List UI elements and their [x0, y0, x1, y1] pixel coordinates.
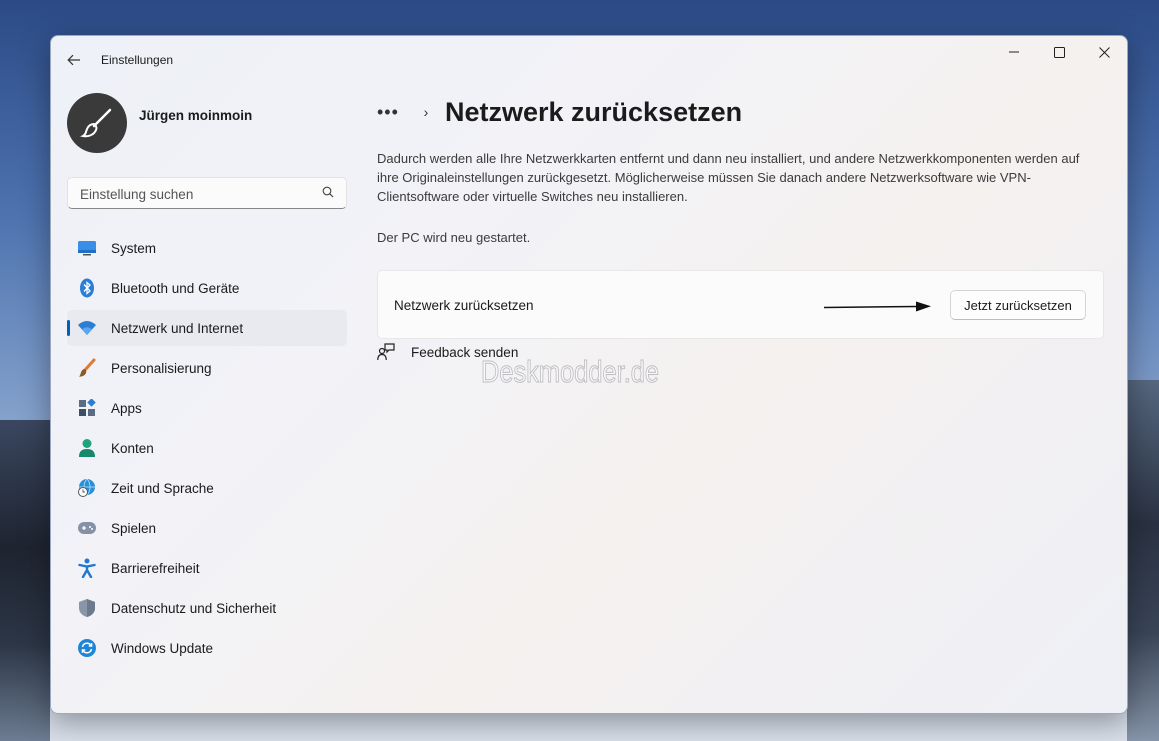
sidebar-item-label: Bluetooth und Geräte — [111, 281, 240, 296]
apps-icon — [77, 398, 97, 418]
page-title: Netzwerk zurücksetzen — [445, 96, 743, 127]
sidebar-item-network[interactable]: Netzwerk und Internet — [67, 310, 347, 346]
sidebar-item-label: System — [111, 241, 157, 256]
shield-icon — [77, 598, 97, 618]
sidebar-item-personalization[interactable]: Personalisierung — [67, 350, 347, 386]
maximize-icon — [1053, 46, 1065, 58]
sidebar-item-label: Windows Update — [111, 641, 214, 656]
title-bar: Einstellungen — [51, 36, 1127, 84]
page-description: Dadurch werden alle Ihre Netzwerkkarten … — [377, 151, 1080, 204]
watermark: Deskmodder.de — [481, 354, 660, 390]
close-icon — [1098, 46, 1110, 58]
restart-note: Der PC wird neu gestartet. — [377, 230, 531, 245]
search-input[interactable] — [78, 183, 312, 205]
sidebar-item-label: Personalisierung — [111, 361, 212, 376]
chevron-right-icon: › — [423, 104, 429, 120]
system-icon — [77, 238, 97, 258]
sidebar-item-accounts[interactable]: Konten — [67, 430, 347, 466]
back-button[interactable] — [61, 49, 87, 71]
sidebar-item-time-language[interactable]: Zeit und Sprache — [67, 470, 347, 506]
back-arrow-icon — [67, 54, 80, 66]
sidebar-item-label: Datenschutz und Sicherheit — [111, 601, 277, 616]
account-icon — [77, 438, 97, 458]
maximize-button[interactable] — [1036, 36, 1082, 68]
search-icon — [322, 186, 334, 198]
minimize-button[interactable] — [991, 36, 1037, 68]
close-button[interactable] — [1081, 36, 1127, 68]
wallpaper-right — [1127, 380, 1159, 741]
sidebar-item-apps[interactable]: Apps — [67, 390, 347, 426]
sidebar-item-label: Netzwerk und Internet — [111, 321, 244, 336]
bluetooth-icon — [77, 278, 97, 298]
search-box[interactable] — [67, 177, 347, 209]
sidebar-item-label: Apps — [111, 401, 142, 416]
sidebar-item-label: Spielen — [111, 521, 157, 536]
sidebar-item-gaming[interactable]: Spielen — [67, 510, 347, 546]
sidebar-item-bluetooth[interactable]: Bluetooth und Geräte — [67, 270, 347, 306]
annotation-arrow-icon — [824, 301, 931, 312]
app-title: Einstellungen — [101, 53, 174, 67]
avatar[interactable] — [67, 93, 127, 153]
wallpaper-left — [0, 420, 50, 741]
wifi-icon — [77, 318, 97, 338]
sidebar-item-windows-update[interactable]: Windows Update — [67, 630, 347, 666]
settings-window: Einstellungen Jürgen moinmoin System — [50, 35, 1128, 714]
sidebar-item-label: Barrierefreiheit — [111, 561, 200, 576]
reset-now-button[interactable]: Jetzt zurücksetzen — [950, 290, 1086, 320]
accessibility-icon — [77, 558, 97, 578]
minimize-icon — [1009, 51, 1019, 53]
sidebar-nav: System Bluetooth und Geräte Netzwerk und… — [67, 230, 347, 670]
sidebar-item-label: Konten — [111, 441, 154, 456]
network-reset-card: Netzwerk zurücksetzen Jetzt zurücksetzen — [377, 270, 1104, 339]
update-icon — [77, 638, 97, 658]
paintbrush-icon — [80, 108, 112, 138]
sidebar-item-privacy-security[interactable]: Datenschutz und Sicherheit — [67, 590, 347, 626]
breadcrumb: ••• › Netzwerk zurücksetzen — [377, 94, 742, 130]
user-name: Jürgen moinmoin — [139, 108, 253, 123]
feedback-icon — [377, 343, 395, 361]
breadcrumb-more-button[interactable]: ••• — [377, 102, 413, 123]
brush-icon — [77, 358, 97, 378]
sidebar-item-accessibility[interactable]: Barrierefreiheit — [67, 550, 347, 586]
gamepad-icon — [77, 518, 97, 538]
sidebar-item-system[interactable]: System — [67, 230, 347, 266]
network-reset-label: Netzwerk zurücksetzen — [394, 298, 534, 313]
sidebar-item-label: Zeit und Sprache — [111, 481, 214, 496]
globe-clock-icon — [77, 478, 97, 498]
